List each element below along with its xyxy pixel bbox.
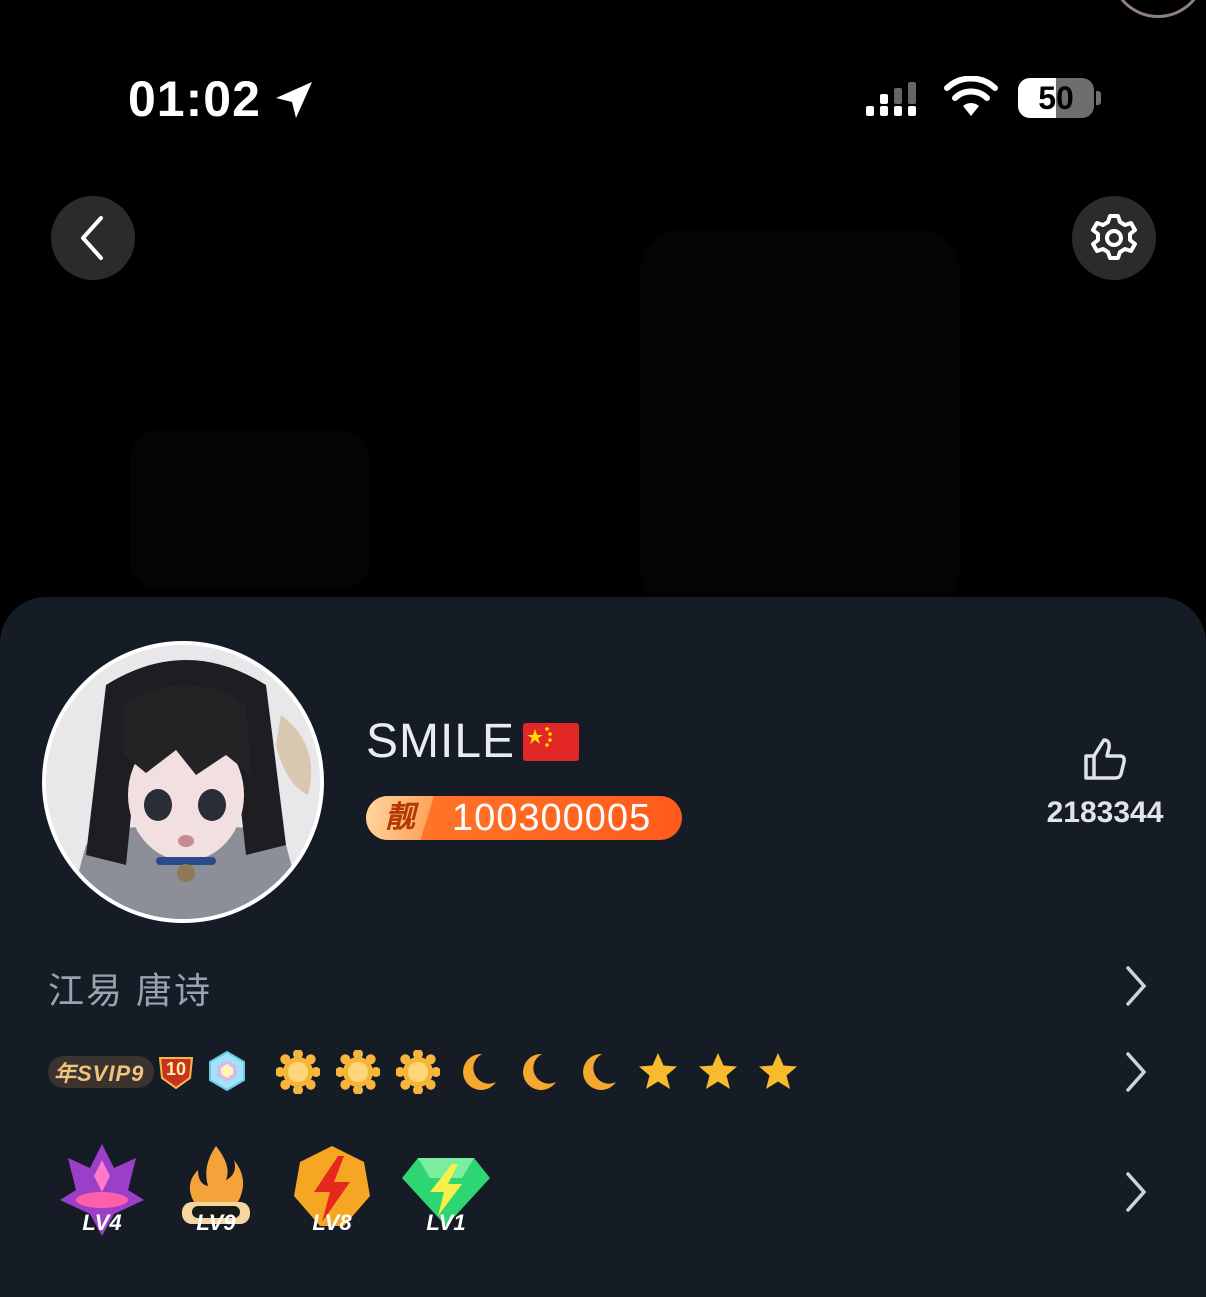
battery-indicator: 50: [1018, 78, 1094, 118]
star-icon: [699, 1053, 737, 1089]
hero-silhouette: [640, 230, 960, 610]
svip-badge[interactable]: 年SVIP9: [48, 1056, 155, 1088]
level-badge-label: LV8: [312, 1210, 352, 1235]
moon-icon: [583, 1053, 616, 1090]
hero-shadow: [130, 430, 370, 590]
battery-nub: [1096, 91, 1101, 105]
svip-label: 年SVIP9: [54, 1061, 145, 1086]
user-id-number: 100300005: [452, 797, 652, 839]
wifi-icon: [944, 76, 998, 116]
star-icon: [759, 1053, 797, 1089]
sun-icon: [276, 1050, 320, 1094]
user-id-badge[interactable]: 靓 100300005: [366, 796, 682, 840]
signal-icon: [866, 82, 916, 116]
gear-icon: [1091, 214, 1137, 260]
battery-percent: 50: [1038, 80, 1074, 116]
thumbs-up-icon[interactable]: [1082, 736, 1128, 782]
username: SMILE: [366, 714, 580, 769]
chevron-right-icon[interactable]: [1122, 1050, 1150, 1094]
chevron-right-icon[interactable]: [1122, 964, 1150, 1008]
avatar-image: [46, 645, 320, 919]
bio-text: 江易 唐诗: [48, 970, 213, 1011]
back-button[interactable]: [51, 196, 135, 280]
moon-icon: [463, 1053, 496, 1090]
status-time: 01:02: [128, 71, 261, 127]
china-flag-icon: [523, 722, 580, 761]
location-arrow-icon: [276, 82, 312, 118]
avatar[interactable]: [42, 641, 324, 923]
moon-icon: [523, 1053, 556, 1090]
level-badge-label: LV4: [82, 1210, 122, 1235]
sun-icon: [396, 1050, 440, 1094]
username-text: SMILE: [366, 715, 516, 768]
sun-icon: [336, 1050, 380, 1094]
settings-button[interactable]: [1072, 196, 1156, 280]
chevron-left-icon: [81, 216, 103, 260]
corner-decoration: [1110, 0, 1206, 18]
star-icon: [639, 1053, 677, 1089]
svip-sub-number: 10: [165, 1059, 187, 1079]
like-count: 2183344: [1046, 796, 1164, 829]
level-badge-label: LV1: [426, 1210, 466, 1235]
chevron-right-icon[interactable]: [1122, 1170, 1150, 1214]
gem-icon[interactable]: [207, 1050, 247, 1092]
premium-id-tag: 靓: [366, 796, 434, 840]
level-badge-label: LV9: [196, 1210, 236, 1235]
